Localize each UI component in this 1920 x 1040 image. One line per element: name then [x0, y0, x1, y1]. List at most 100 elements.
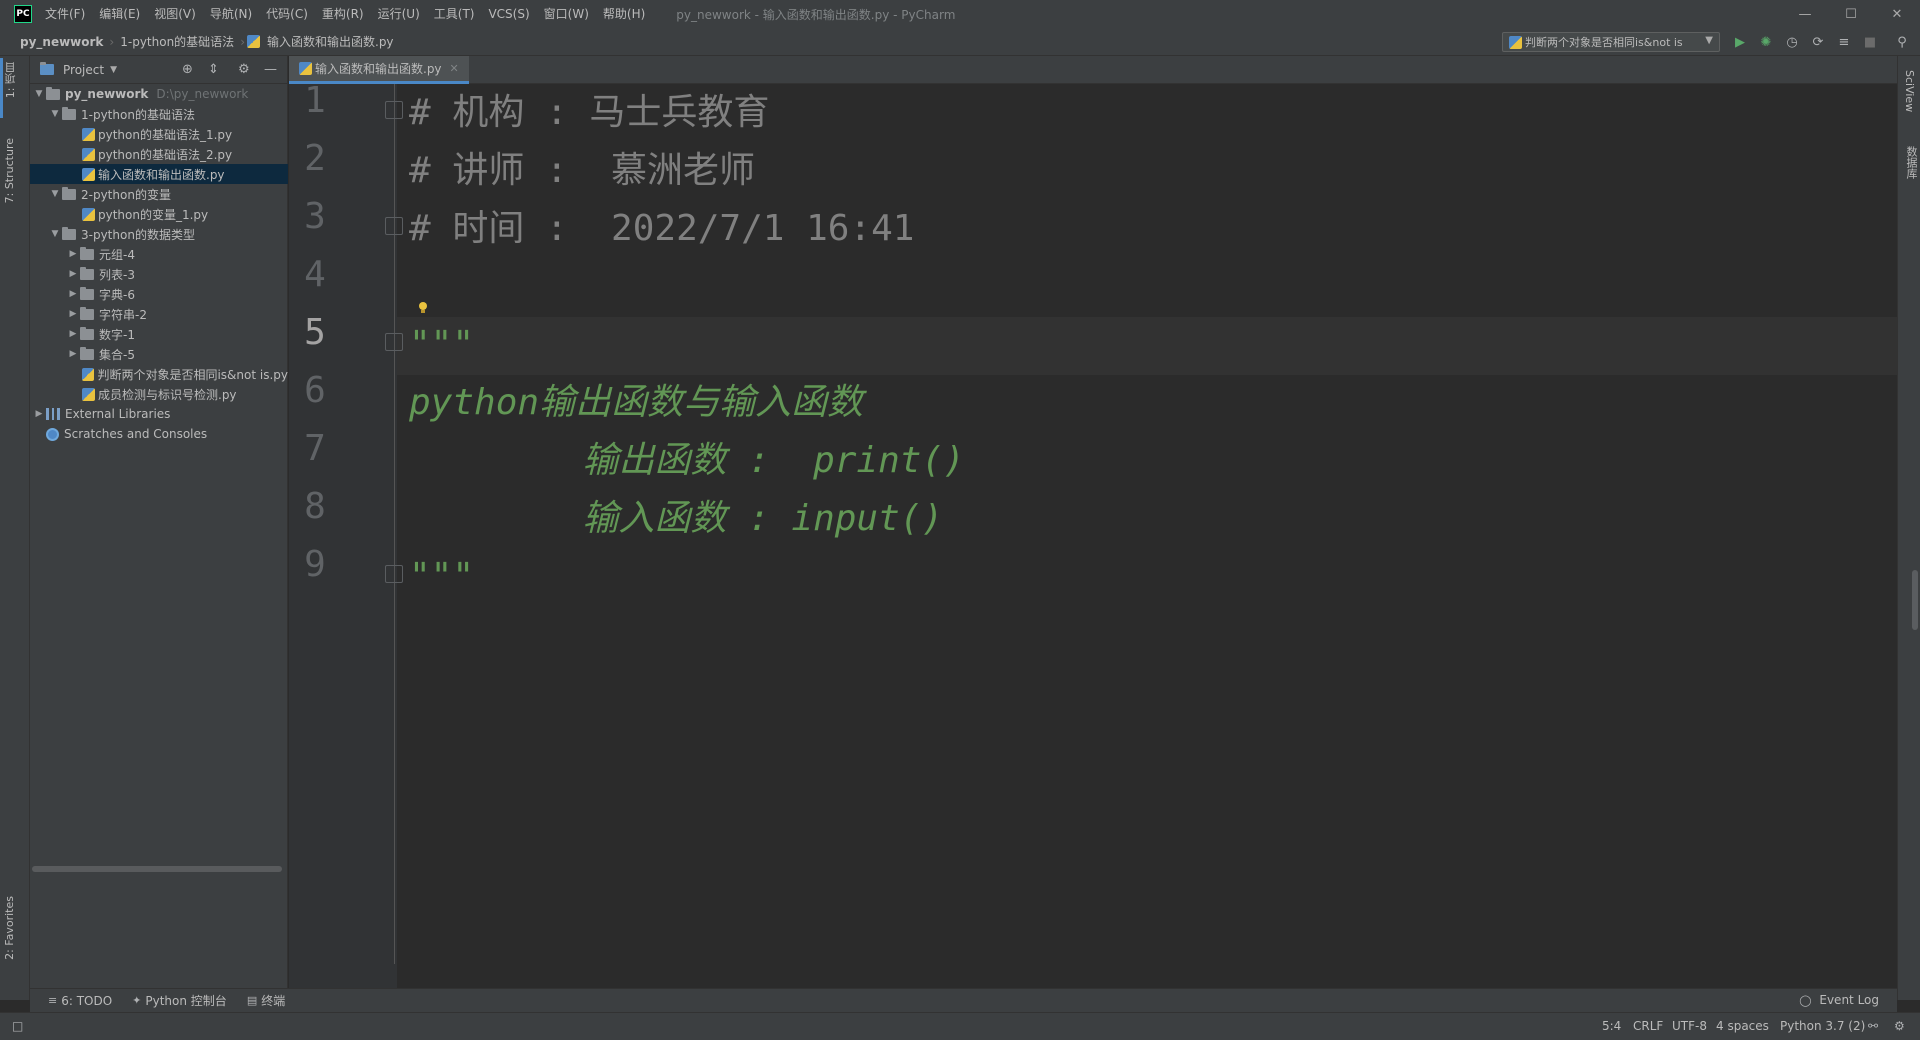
close-tab-icon[interactable]: ✕ [450, 62, 459, 75]
breadcrumb-separator: › [109, 34, 115, 49]
menu-refactor[interactable]: 重构(R) [315, 0, 371, 28]
tree-item-folder[interactable]: ▶ 字典-6 [30, 284, 288, 304]
expand-arrow-icon[interactable]: ▼ [48, 189, 62, 199]
expand-arrow-icon[interactable]: ▼ [32, 89, 46, 99]
gear-icon[interactable]: ⚙ [238, 62, 250, 77]
tree-item-file-selected[interactable]: 输入函数和输出函数.py [30, 164, 288, 184]
menu-file[interactable]: 文件(F) [38, 0, 92, 28]
tree-item-file[interactable]: 判断两个对象是否相同is&not is.py [30, 364, 288, 384]
menu-edit[interactable]: 编辑(E) [92, 0, 147, 28]
maximize-icon[interactable]: ☐ [1828, 0, 1874, 28]
debug-icon[interactable]: ✺ [1758, 34, 1774, 50]
fold-marker-icon[interactable] [385, 565, 403, 583]
folder-icon [80, 326, 94, 340]
collapse-arrow-icon[interactable]: ▶ [66, 289, 80, 299]
structure-tool-button[interactable]: 7: Structure [3, 138, 16, 203]
chevron-down-icon[interactable]: ▼ [110, 65, 117, 75]
run-configuration-label: 判断两个对象是否相同is&not is [1525, 36, 1683, 49]
tree-item-folder[interactable]: ▶ 集合-5 [30, 344, 288, 364]
tree-item-folder[interactable]: ▼ 3-python的数据类型 [30, 224, 288, 244]
collapse-arrow-icon[interactable]: ▶ [66, 329, 80, 339]
expand-arrow-icon[interactable]: ▼ [48, 229, 62, 239]
menu-navigate[interactable]: 导航(N) [203, 0, 259, 28]
breadcrumb-project[interactable]: py_newwork [0, 35, 107, 49]
todo-tool-button[interactable]: ≡ 6: TODO [38, 994, 122, 1008]
menu-help[interactable]: 帮助(H) [596, 0, 652, 28]
tree-item-folder[interactable]: ▶ 数字-1 [30, 324, 288, 344]
tree-item-external-libraries[interactable]: ▶ External Libraries [30, 404, 288, 424]
menu-code[interactable]: 代码(C) [259, 0, 315, 28]
run-configuration-dropdown[interactable]: 判断两个对象是否相同is&not is ▼ [1502, 32, 1720, 52]
menu-vcs[interactable]: VCS(S) [481, 0, 536, 28]
menu-run[interactable]: 运行(U) [371, 0, 427, 28]
file-encoding[interactable]: UTF-8 [1672, 1019, 1707, 1033]
breadcrumb-folder[interactable]: 1-python的基础语法 [116, 33, 238, 50]
collapse-arrow-icon[interactable]: ▶ [66, 269, 80, 279]
terminal-tool-button[interactable]: ▤ 终端 [237, 992, 295, 1009]
caret-position[interactable]: 5:4 [1602, 1019, 1621, 1033]
profile-icon[interactable]: ⟳ [1810, 34, 1826, 50]
tree-item-project-root[interactable]: ▼ py_newwork D:\py_newwork [30, 84, 288, 104]
tree-item-label: 输入函数和输出函数.py [98, 167, 225, 182]
hide-panel-icon[interactable]: — [264, 62, 277, 77]
tree-item-label: 元组-4 [99, 247, 135, 262]
breadcrumb-file[interactable]: 输入函数和输出函数.py [263, 33, 398, 50]
run-icon[interactable]: ▶ [1732, 34, 1748, 50]
tree-item-scratches[interactable]: Scratches and Consoles [30, 424, 288, 444]
tree-item-folder[interactable]: ▶ 列表-3 [30, 264, 288, 284]
event-log-icon: ◯ [1799, 994, 1812, 1007]
collapse-arrow-icon[interactable]: ▶ [32, 409, 46, 419]
collapse-arrow-icon[interactable]: ▶ [66, 349, 80, 359]
code-line: 输出函数 : print() [409, 440, 965, 481]
collapse-arrow-icon[interactable]: ▶ [66, 309, 80, 319]
python-file-icon [299, 62, 312, 75]
fold-marker-icon[interactable] [385, 101, 403, 119]
tree-item-folder[interactable]: ▼ 1-python的基础语法 [30, 104, 288, 124]
event-log-button[interactable]: ◯ Event Log [1799, 993, 1879, 1007]
tree-item-label: 2-python的变量 [81, 187, 171, 202]
code-editor[interactable]: 1 2 3 4 5 6 7 8 9 # 机构 : 马士兵教育 # 讲师 : 慕洲… [289, 80, 1897, 988]
search-icon[interactable]: ⚲ [1894, 34, 1910, 50]
menu-window[interactable]: 窗口(W) [537, 0, 596, 28]
stop-icon[interactable]: ■ [1862, 34, 1878, 50]
tree-item-file[interactable]: 成员检测与标识号检测.py [30, 384, 288, 404]
sciview-tool-button[interactable]: SciView [1903, 70, 1916, 112]
python-console-icon: ✦ [132, 994, 142, 1007]
tree-item-file[interactable]: python的基础语法_2.py [30, 144, 288, 164]
coverage-icon[interactable]: ◷ [1784, 34, 1800, 50]
collapse-arrow-icon[interactable]: ▶ [66, 249, 80, 259]
code-line: 输入函数 : input() [409, 498, 944, 539]
expand-arrow-icon[interactable]: ▼ [48, 109, 62, 119]
inspector-icon[interactable]: ⚙ [1894, 1019, 1905, 1033]
database-tool-button[interactable]: 数据库 [1903, 146, 1919, 179]
horizontal-scrollbar[interactable] [32, 866, 282, 872]
python-console-tool-button[interactable]: ✦ Python 控制台 [122, 992, 237, 1009]
locate-icon[interactable]: ⊕ [182, 62, 193, 77]
tree-item-file[interactable]: python的基础语法_1.py [30, 124, 288, 144]
line-separator[interactable]: CRLF [1633, 1019, 1663, 1033]
lock-icon[interactable]: ⚯ [1868, 1019, 1878, 1033]
tree-item-file[interactable]: python的变量_1.py [30, 204, 288, 224]
menu-view[interactable]: 视图(V) [147, 0, 203, 28]
indent-setting[interactable]: 4 spaces [1716, 1019, 1769, 1033]
tree-item-folder[interactable]: ▼ 2-python的变量 [30, 184, 288, 204]
current-line-highlight [397, 317, 1897, 375]
fold-marker-icon[interactable] [385, 333, 403, 351]
vertical-scrollbar[interactable] [1912, 570, 1918, 630]
close-icon[interactable]: ✕ [1874, 0, 1920, 28]
collapse-all-icon[interactable]: ⇕ [208, 62, 219, 77]
python-interpreter[interactable]: Python 3.7 (2) [1780, 1019, 1865, 1033]
project-view-selector[interactable]: Project [63, 63, 104, 77]
menu-tools[interactable]: 工具(T) [427, 0, 482, 28]
project-panel-header: Project ▼ ⊕ ⇕ ⚙ — [30, 56, 287, 84]
lightbulb-icon[interactable] [416, 300, 430, 314]
tree-item-folder[interactable]: ▶ 元组-4 [30, 244, 288, 264]
fold-marker-icon[interactable] [385, 217, 403, 235]
minimize-icon[interactable]: — [1782, 0, 1828, 28]
toggle-tool-windows-icon[interactable]: □ [12, 1019, 23, 1033]
line-number: 1 [304, 80, 326, 121]
project-tool-button[interactable]: 1: 项目 [3, 62, 19, 98]
build-icon[interactable]: ≡ [1836, 34, 1852, 50]
favorites-tool-button[interactable]: 2: Favorites [3, 896, 16, 960]
tree-item-folder[interactable]: ▶ 字符串-2 [30, 304, 288, 324]
